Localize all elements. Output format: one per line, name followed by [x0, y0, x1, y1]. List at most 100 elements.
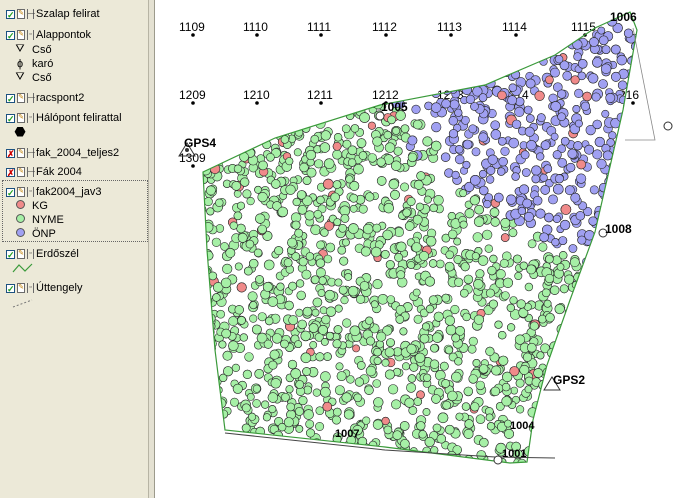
- layer-erdoszel[interactable]: ✓ ✎ ▫ Erdőszél: [6, 247, 79, 261]
- tree-point: [620, 203, 630, 214]
- tree-point: [203, 455, 210, 463]
- tree-point: [231, 181, 242, 191]
- tree-point: [203, 233, 210, 243]
- layer-checkbox[interactable]: ✓: [6, 283, 15, 293]
- layer-checkbox[interactable]: ✗: [6, 167, 15, 177]
- tree-point: [574, 298, 585, 309]
- tree-point: [397, 86, 407, 97]
- tree-point: [311, 67, 322, 77]
- tree-point: [214, 61, 225, 72]
- layer-fak2004-jav3[interactable]: ✓ ✎ ▫ fak2004_jav3: [6, 185, 101, 199]
- tree-point: [203, 126, 211, 137]
- layer-checkbox[interactable]: ✗: [6, 148, 15, 158]
- tree-point: [600, 434, 611, 445]
- layer-checkbox[interactable]: ✓: [6, 249, 15, 259]
- survey-point-gps2[interactable]: GPS2: [543, 373, 585, 391]
- tree-point: [474, 459, 483, 463]
- legend-scrollbar[interactable]: [148, 0, 154, 498]
- tree-point: [457, 58, 466, 68]
- tree-point: [634, 453, 637, 463]
- layer-szalap-felirat[interactable]: ✓ ✎ — Szalap felirat: [6, 7, 100, 21]
- tree-point: [449, 58, 458, 68]
- tree-point: [295, 308, 304, 317]
- tree-point: [203, 301, 206, 312]
- tree-point: [358, 204, 368, 214]
- tree-point: [399, 327, 408, 336]
- tree-point: [388, 68, 397, 78]
- tree-point: [624, 141, 633, 150]
- tree-point: [434, 38, 445, 48]
- tree-point: [581, 269, 591, 280]
- tree-point: [328, 73, 338, 83]
- tree-point: [383, 202, 394, 214]
- tree-point: [574, 298, 585, 309]
- tree-point: [208, 371, 218, 381]
- tree-point: [484, 244, 493, 253]
- tree-point: [378, 44, 389, 55]
- layer-fak-2004[interactable]: ✗ ✎ — Fák 2004: [6, 165, 82, 179]
- tree-point: [256, 446, 267, 457]
- survey-point-1008[interactable]: 1008: [598, 222, 632, 238]
- tree-point: [632, 150, 637, 159]
- tree-point: [239, 103, 248, 112]
- tree-point: [550, 425, 560, 435]
- survey-point-1007[interactable]: 1007: [335, 428, 359, 440]
- tree-point: [613, 383, 623, 392]
- tree-point: [310, 451, 321, 462]
- tree-point: [229, 46, 238, 55]
- tree-point: [586, 268, 597, 279]
- tree-point: [265, 118, 274, 127]
- tree-point: [332, 141, 342, 151]
- tree-point: [301, 447, 311, 458]
- layer-racspont2[interactable]: ✓ ✎ — racspont2: [6, 91, 84, 105]
- tree-point: [517, 206, 527, 216]
- tree-point: [612, 190, 623, 201]
- tree-point: [433, 195, 444, 206]
- tree-point: [607, 269, 618, 281]
- tree-point: [574, 119, 583, 128]
- tree-point: [581, 385, 590, 395]
- tree-point: [479, 364, 489, 374]
- tree-point: [358, 151, 368, 160]
- tree-point: [631, 42, 637, 51]
- survey-point-1006[interactable]: 1006: [610, 10, 637, 24]
- tree-point: [204, 448, 214, 458]
- tree-point: [555, 441, 566, 452]
- tree-point: [460, 262, 470, 272]
- layer-checkbox[interactable]: ✓: [6, 113, 15, 123]
- survey-point-east[interactable]: [663, 121, 673, 131]
- tree-point: [310, 71, 320, 81]
- layer-alappontok[interactable]: ✓ ✎ ▫ Alappontok: [6, 28, 91, 42]
- tree-point: [475, 414, 486, 425]
- layer-checkbox[interactable]: ✓: [6, 187, 15, 197]
- tree-point: [589, 37, 599, 47]
- tree-point: [488, 12, 497, 16]
- tree-point: [392, 67, 402, 76]
- tree-point: [570, 299, 580, 309]
- layer-checkbox[interactable]: ✓: [6, 93, 15, 103]
- tree-point: [463, 274, 474, 285]
- tree-point: [494, 320, 503, 329]
- layer-checkbox[interactable]: ✓: [6, 9, 15, 19]
- tree-point: [628, 359, 637, 369]
- tree-point: [593, 375, 603, 385]
- survey-point-1004[interactable]: 1004: [510, 420, 535, 432]
- tree-point: [530, 32, 541, 43]
- tree-point: [471, 252, 480, 260]
- tree-point: [309, 340, 318, 349]
- tree-point: [289, 12, 300, 22]
- tree-point: [222, 26, 232, 35]
- layer-checkbox[interactable]: ✓: [6, 30, 15, 40]
- tree-point: [266, 12, 277, 17]
- tree-point: [617, 242, 626, 251]
- layer-fak-2004-teljes2[interactable]: ✗ ✎ — fak_2004_teljes2: [6, 146, 119, 160]
- tree-point: [566, 425, 576, 434]
- tree-point: [408, 86, 419, 97]
- map-canvas[interactable]: 1109 1110 1111 1112 1113 1114 11151209 1210 1211…: [155, 0, 675, 498]
- layer-uttengely[interactable]: ✓ ✎ ▫ Úttengely: [6, 281, 82, 295]
- tree-point: [613, 383, 623, 392]
- tree-point: [635, 18, 637, 28]
- tree-point: [303, 105, 315, 116]
- tree-point: [221, 328, 231, 339]
- tree-point: [262, 281, 273, 292]
